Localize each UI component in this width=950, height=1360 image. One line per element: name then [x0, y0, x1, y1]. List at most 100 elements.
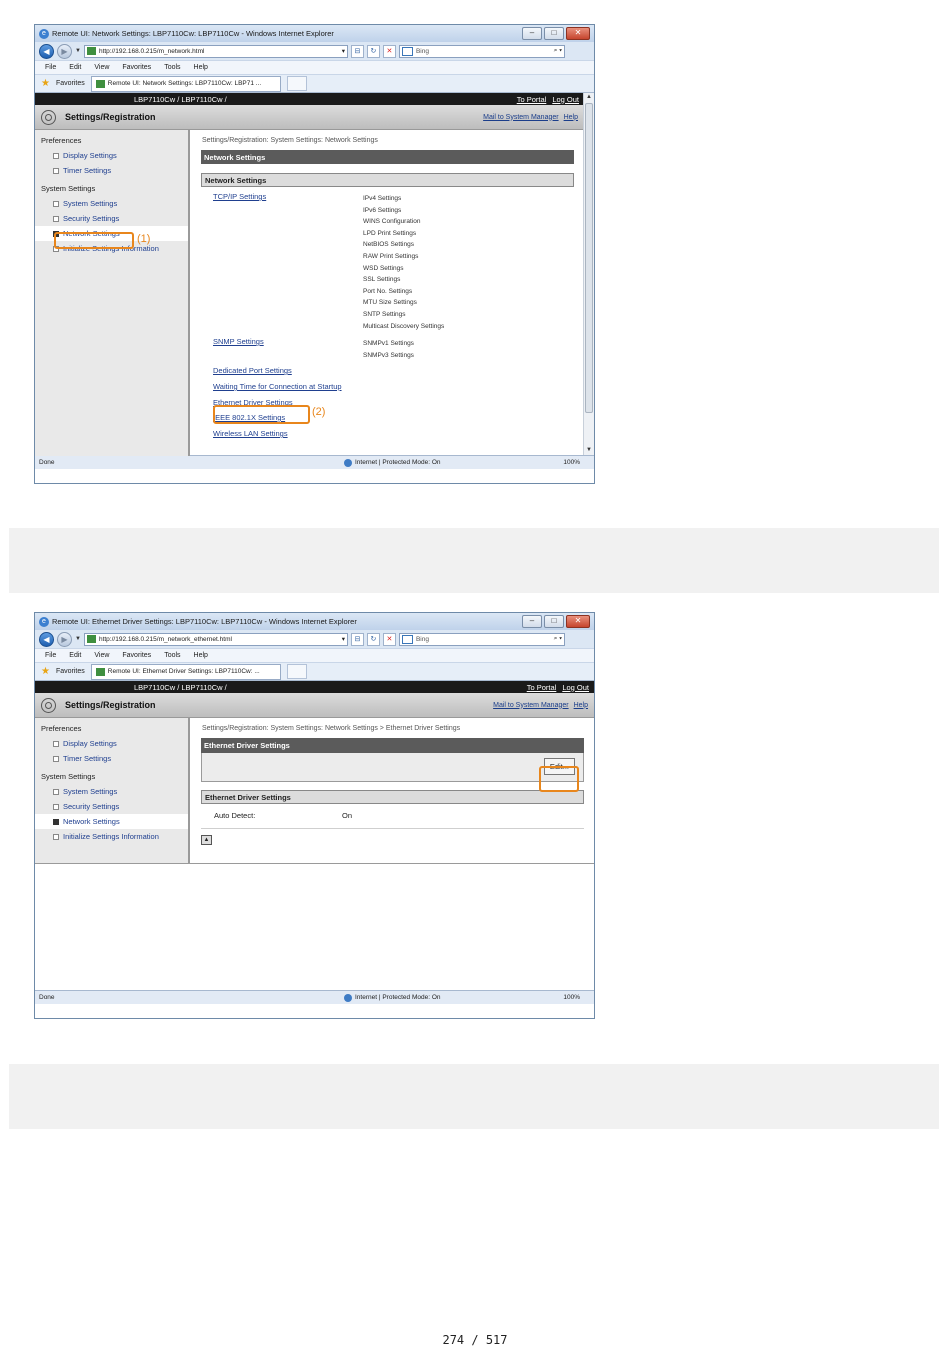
page-top-icon[interactable]: ▲ [201, 835, 212, 845]
new-tab-button[interactable] [286, 76, 307, 91]
minimize-button[interactable]: – [522, 27, 542, 40]
close-button[interactable]: ✕ [566, 615, 590, 628]
zoom-level[interactable]: 100% [520, 459, 590, 466]
sub-item: SNMPv3 Settings [363, 351, 414, 359]
stop-icon[interactable]: ✕ [382, 632, 396, 646]
status-bar: Done Internet | Protected Mode: On 100% [35, 455, 594, 469]
zoom-level[interactable]: 100% [520, 994, 590, 1001]
search-icon[interactable]: ⌕ ▾ [554, 635, 562, 643]
device-model: LBP7110Cw / LBP7110Cw / [134, 682, 227, 692]
sub-item: NetBIOS Settings [363, 241, 414, 249]
menu-favorites[interactable]: Favorites [122, 652, 151, 659]
menu-view[interactable]: View [94, 652, 109, 659]
bullet-icon [53, 818, 59, 825]
bullet-icon [53, 200, 59, 207]
mail-to-manager-link[interactable]: Mail to System Manager [493, 702, 568, 709]
refresh-icon[interactable]: ↻ [366, 632, 380, 646]
favorites-button[interactable]: Favorites [56, 668, 85, 675]
menu-tools[interactable]: Tools [164, 652, 180, 659]
window-title: Remote UI: Ethernet Driver Settings: LBP… [52, 617, 357, 626]
tcpip-settings-link[interactable]: TCP/IP Settings [213, 192, 266, 201]
nav-item-display-settings[interactable]: Display Settings [35, 736, 188, 751]
rui-header: Settings/Registration Mail to System Man… [35, 693, 594, 718]
scroll-thumb[interactable] [585, 103, 593, 413]
menu-edit[interactable]: Edit [69, 652, 81, 659]
favorites-star-icon[interactable]: ★ [41, 78, 50, 89]
dedicated-port-settings-link[interactable]: Dedicated Port Settings [213, 366, 292, 375]
bullet-icon [53, 803, 59, 810]
nav-group-system-settings: System Settings [41, 772, 96, 781]
vertical-scrollbar[interactable]: ▲ ▼ [583, 93, 594, 455]
nav-item-system-settings[interactable]: System Settings [35, 784, 188, 799]
compat-view-icon[interactable]: ⊟ [350, 44, 364, 58]
menu-tools[interactable]: Tools [164, 64, 180, 71]
status-bar: Done Internet | Protected Mode: On 100% [35, 990, 594, 1004]
back-arrow-icon[interactable]: ◀ [39, 43, 54, 59]
url-dropdown-icon[interactable]: ▾ [342, 47, 345, 55]
address-bar: ◀ ▶ ▼ http://192.168.0.215/m_network.htm… [35, 42, 594, 60]
bullet-icon [53, 755, 59, 762]
url-field[interactable]: http://192.168.0.215/m_network_ethernet.… [83, 632, 348, 646]
history-dropdown-icon[interactable]: ▼ [75, 636, 81, 642]
to-portal-link[interactable]: To Portal [527, 683, 557, 692]
log-out-link[interactable]: Log Out [552, 95, 579, 104]
close-button[interactable]: ✕ [566, 27, 590, 40]
favorites-star-icon[interactable]: ★ [41, 666, 50, 677]
scroll-down-icon[interactable]: ▼ [584, 446, 594, 455]
nav-item-initialize-settings[interactable]: Initialize Settings Information [35, 829, 188, 844]
browser-tab[interactable]: Remote UI: Network Settings: LBP7110Cw: … [90, 75, 281, 92]
menu-file[interactable]: File [45, 652, 56, 659]
nav-item-timer-settings[interactable]: Timer Settings [35, 163, 188, 178]
favorites-button[interactable]: Favorites [56, 80, 85, 87]
menu-help[interactable]: Help [194, 64, 208, 71]
search-icon[interactable]: ⌕ ▾ [554, 47, 562, 55]
history-dropdown-icon[interactable]: ▼ [75, 48, 81, 54]
nav-group-system-settings: System Settings [41, 184, 96, 193]
title-bar: e Remote UI: Network Settings: LBP7110Cw… [35, 25, 594, 42]
url-dropdown-icon[interactable]: ▾ [342, 635, 345, 643]
menu-file[interactable]: File [45, 64, 56, 71]
minimize-button[interactable]: – [522, 615, 542, 628]
waiting-time-link[interactable]: Waiting Time for Connection at Startup [213, 382, 342, 391]
search-input[interactable]: Bing ⌕ ▾ [398, 632, 565, 646]
nav-item-security-settings[interactable]: Security Settings [35, 211, 188, 226]
left-nav: Preferences Display Settings Timer Setti… [35, 718, 190, 863]
nav-item-security-settings[interactable]: Security Settings [35, 799, 188, 814]
scroll-up-icon[interactable]: ▲ [584, 93, 594, 102]
bullet-icon [53, 215, 59, 222]
nav-item-timer-settings[interactable]: Timer Settings [35, 751, 188, 766]
forward-arrow-icon[interactable]: ▶ [57, 43, 72, 59]
help-link[interactable]: Help [574, 702, 588, 709]
mail-to-manager-link[interactable]: Mail to System Manager [483, 114, 558, 121]
refresh-icon[interactable]: ↻ [366, 44, 380, 58]
forward-arrow-icon[interactable]: ▶ [57, 631, 72, 647]
to-portal-link[interactable]: To Portal [517, 95, 547, 104]
window-title: Remote UI: Network Settings: LBP7110Cw: … [52, 29, 334, 38]
title-bar: e Remote UI: Ethernet Driver Settings: L… [35, 613, 594, 630]
nav-item-network-settings[interactable]: Network Settings [35, 814, 188, 829]
browser-tab[interactable]: Remote UI: Ethernet Driver Settings: LBP… [90, 663, 281, 680]
back-arrow-icon[interactable]: ◀ [39, 631, 54, 647]
stop-icon[interactable]: ✕ [382, 44, 396, 58]
nav-group-preferences: Preferences [41, 136, 82, 145]
help-link[interactable]: Help [564, 114, 578, 121]
wireless-lan-settings-link[interactable]: Wireless LAN Settings [213, 429, 288, 438]
new-tab-button[interactable] [286, 664, 307, 679]
compat-view-icon[interactable]: ⊟ [350, 632, 364, 646]
url-field[interactable]: http://192.168.0.215/m_network.html ▾ [83, 44, 348, 58]
maximize-button[interactable]: □ [544, 27, 564, 40]
settings-gear-icon [41, 109, 56, 125]
bullet-icon [53, 152, 59, 159]
nav-item-display-settings[interactable]: Display Settings [35, 148, 188, 163]
log-out-link[interactable]: Log Out [562, 683, 589, 692]
search-input[interactable]: Bing ⌕ ▾ [398, 44, 565, 58]
snmp-settings-link[interactable]: SNMP Settings [213, 337, 264, 346]
maximize-button[interactable]: □ [544, 615, 564, 628]
menu-view[interactable]: View [94, 64, 109, 71]
bullet-icon [53, 833, 59, 840]
nav-item-system-settings[interactable]: System Settings [35, 196, 188, 211]
menu-help[interactable]: Help [194, 652, 208, 659]
menu-edit[interactable]: Edit [69, 64, 81, 71]
site-icon [95, 667, 105, 676]
menu-favorites[interactable]: Favorites [122, 64, 151, 71]
